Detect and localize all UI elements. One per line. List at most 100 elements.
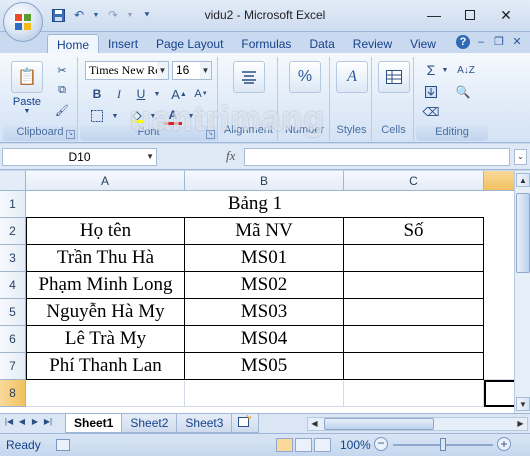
zoom-level[interactable]: 100% [340,438,371,452]
clear-icon[interactable]: ⌫ [422,103,440,121]
font-color-icon[interactable]: A [164,107,182,125]
column-header-a[interactable]: A [26,171,185,191]
workbook-minimize-icon[interactable]: – [474,35,488,49]
font-name-combo[interactable]: Times New Ro ▼ [85,61,169,80]
fill-color-dropdown-icon[interactable]: ▼ [144,107,162,125]
column-header-d[interactable] [484,171,514,191]
styles-group-label[interactable]: Styles [332,103,371,141]
clipboard-launcher-icon[interactable]: ↘ [66,130,75,139]
formula-input[interactable] [244,148,510,166]
scroll-left-icon[interactable]: ◀ [308,418,321,430]
horizontal-scroll-thumb[interactable] [324,418,434,430]
name-box[interactable]: D10 ▼ [2,148,157,166]
cut-icon[interactable]: ✂ [53,61,71,79]
column-d-cells[interactable] [484,191,514,380]
font-size-combo[interactable]: 16 ▼ [172,61,212,80]
table-cell[interactable] [344,299,484,326]
scroll-right-icon[interactable]: ▶ [514,418,527,430]
copy-icon[interactable]: ⧉ [53,81,71,99]
autosum-dropdown-icon[interactable]: ▼ [436,61,454,79]
font-size-dropdown-icon[interactable]: ▼ [200,62,211,79]
tab-formulas[interactable]: Formulas [232,34,300,54]
table-cell[interactable]: Nguyễn Hà My [26,299,185,326]
font-color-dropdown-icon[interactable]: ▼ [182,107,200,125]
row-header-8[interactable]: 8 [0,380,26,407]
zoom-slider-thumb[interactable] [440,438,446,451]
row-header-5[interactable]: 5 [0,299,26,326]
tab-page-layout[interactable]: Page Layout [147,34,232,54]
insert-function-icon[interactable]: fx [226,148,235,164]
table-cell[interactable] [344,272,484,299]
vertical-scrollbar[interactable]: ▲ ▼ [514,171,530,413]
header-so[interactable]: Số [344,217,484,245]
name-box-dropdown-icon[interactable]: ▼ [146,149,154,165]
format-painter-icon[interactable]: 🖌 [53,101,71,119]
row-header-1[interactable]: 1 [0,191,26,218]
sheet-tab-3[interactable]: Sheet3 [176,414,233,433]
tab-home[interactable]: Home [47,34,100,54]
grow-font-icon[interactable]: A ▲ [170,85,188,103]
workbook-close-icon[interactable]: ✕ [510,35,524,49]
table-cell[interactable]: Lê Trà My [26,326,185,353]
worksheet-grid[interactable]: A B C 1 2 3 4 5 6 7 8 Bảng 1 Họ tên Mã N… [0,171,514,413]
table-cell[interactable] [26,380,185,407]
table-cell[interactable] [344,380,484,407]
alignment-group-label[interactable]: Alignment [220,103,277,141]
vertical-scroll-thumb[interactable] [516,193,530,273]
row-header-4[interactable]: 4 [0,272,26,299]
tab-view[interactable]: View [401,34,445,54]
sort-filter-icon[interactable]: A↓Z [454,61,478,79]
cells-button[interactable] [377,61,411,96]
table-cell[interactable]: MS03 [185,299,344,326]
paste-button[interactable]: 📋 Paste ▼ [7,61,47,115]
number-button[interactable]: % [285,61,325,96]
zoom-in-icon[interactable]: + [497,437,511,451]
table-cell[interactable] [344,353,484,380]
macro-record-icon[interactable] [56,439,70,451]
borders-icon[interactable] [88,107,106,125]
table-cell[interactable]: MS04 [185,326,344,353]
row-header-3[interactable]: 3 [0,245,26,272]
font-launcher-icon[interactable]: ↘ [206,130,215,139]
table-cell[interactable] [344,326,484,353]
normal-view-icon[interactable] [276,438,293,452]
table-cell[interactable]: Trần Thu Hà [26,245,185,272]
tab-insert[interactable]: Insert [99,34,147,54]
select-all-corner[interactable] [0,171,26,191]
table-cell[interactable]: MS01 [185,245,344,272]
find-select-icon[interactable]: 🔍 [454,83,472,101]
close-icon[interactable]: ✕ [488,5,524,25]
borders-dropdown-icon[interactable]: ▼ [106,107,124,125]
underline-dropdown-icon[interactable]: ▼ [148,85,166,103]
sheet-tab-1[interactable]: Sheet1 [65,414,123,433]
column-header-b[interactable]: B [185,171,344,191]
italic-button[interactable]: I [110,85,128,103]
row-header-6[interactable]: 6 [0,326,26,353]
fill-icon[interactable] [422,83,440,101]
column-header-c[interactable]: C [344,171,484,191]
table-title[interactable]: Bảng 1 [26,191,484,218]
next-sheet-icon[interactable]: ▶ [30,417,40,426]
table-cell[interactable] [344,245,484,272]
active-cell-d10[interactable] [484,380,514,407]
prev-sheet-icon[interactable]: ◀ [17,417,27,426]
last-sheet-icon[interactable]: ▶| [43,417,53,426]
number-group-label[interactable]: Number [280,103,329,141]
office-button[interactable] [3,2,43,42]
scroll-up-icon[interactable]: ▲ [516,173,530,187]
minimize-icon[interactable]: — [416,5,452,25]
tab-review[interactable]: Review [344,34,401,54]
maximize-icon[interactable] [452,5,488,25]
insert-sheet-icon[interactable] [231,414,260,433]
zoom-out-icon[interactable]: − [374,437,388,451]
shrink-font-icon[interactable]: A ▼ [192,85,210,103]
bold-button[interactable]: B [88,85,106,103]
styles-button[interactable]: A [335,61,369,96]
header-ma-nv[interactable]: Mã NV [185,217,344,245]
page-layout-view-icon[interactable] [295,438,312,452]
sheet-tab-2[interactable]: Sheet2 [121,414,178,433]
help-icon[interactable]: ? [456,35,470,49]
cells-group-label[interactable]: Cells [374,103,413,141]
row-header-7[interactable]: 7 [0,353,26,380]
table-cell[interactable]: Phí Thanh Lan [26,353,185,380]
